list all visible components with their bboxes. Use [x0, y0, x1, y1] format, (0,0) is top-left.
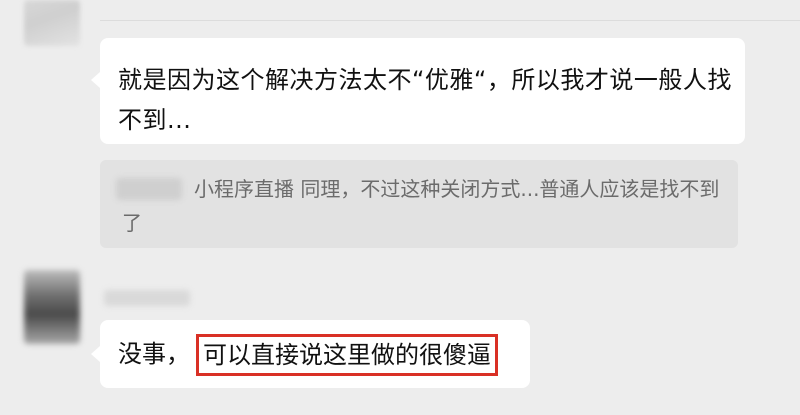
sender-avatar-blurred[interactable]	[24, 0, 80, 46]
sender-nickname-blurred	[104, 290, 190, 306]
sender-avatar-blurred[interactable]	[24, 270, 80, 344]
message-bubble[interactable]: 没事， 可以直接说这里做的很傻逼	[91, 320, 530, 388]
quoted-message-text: 小程序直播 同理，不过这种关闭方式...普通人应该是找不到了	[122, 172, 727, 240]
quoted-message[interactable]: 小程序直播 同理，不过这种关闭方式...普通人应该是找不到了	[100, 160, 738, 248]
quoted-source: 小程序直播	[194, 177, 294, 201]
highlighted-text: 可以直接说这里做的很傻逼	[196, 334, 498, 376]
message-text: 就是因为这个解决方法太不“优雅“，所以我才说一般人找不到...	[118, 66, 732, 134]
message-text-prefix: 没事，	[118, 340, 190, 368]
message-bubble[interactable]: 就是因为这个解决方法太不“优雅“，所以我才说一般人找不到...	[91, 38, 745, 144]
message-divider	[100, 20, 800, 21]
